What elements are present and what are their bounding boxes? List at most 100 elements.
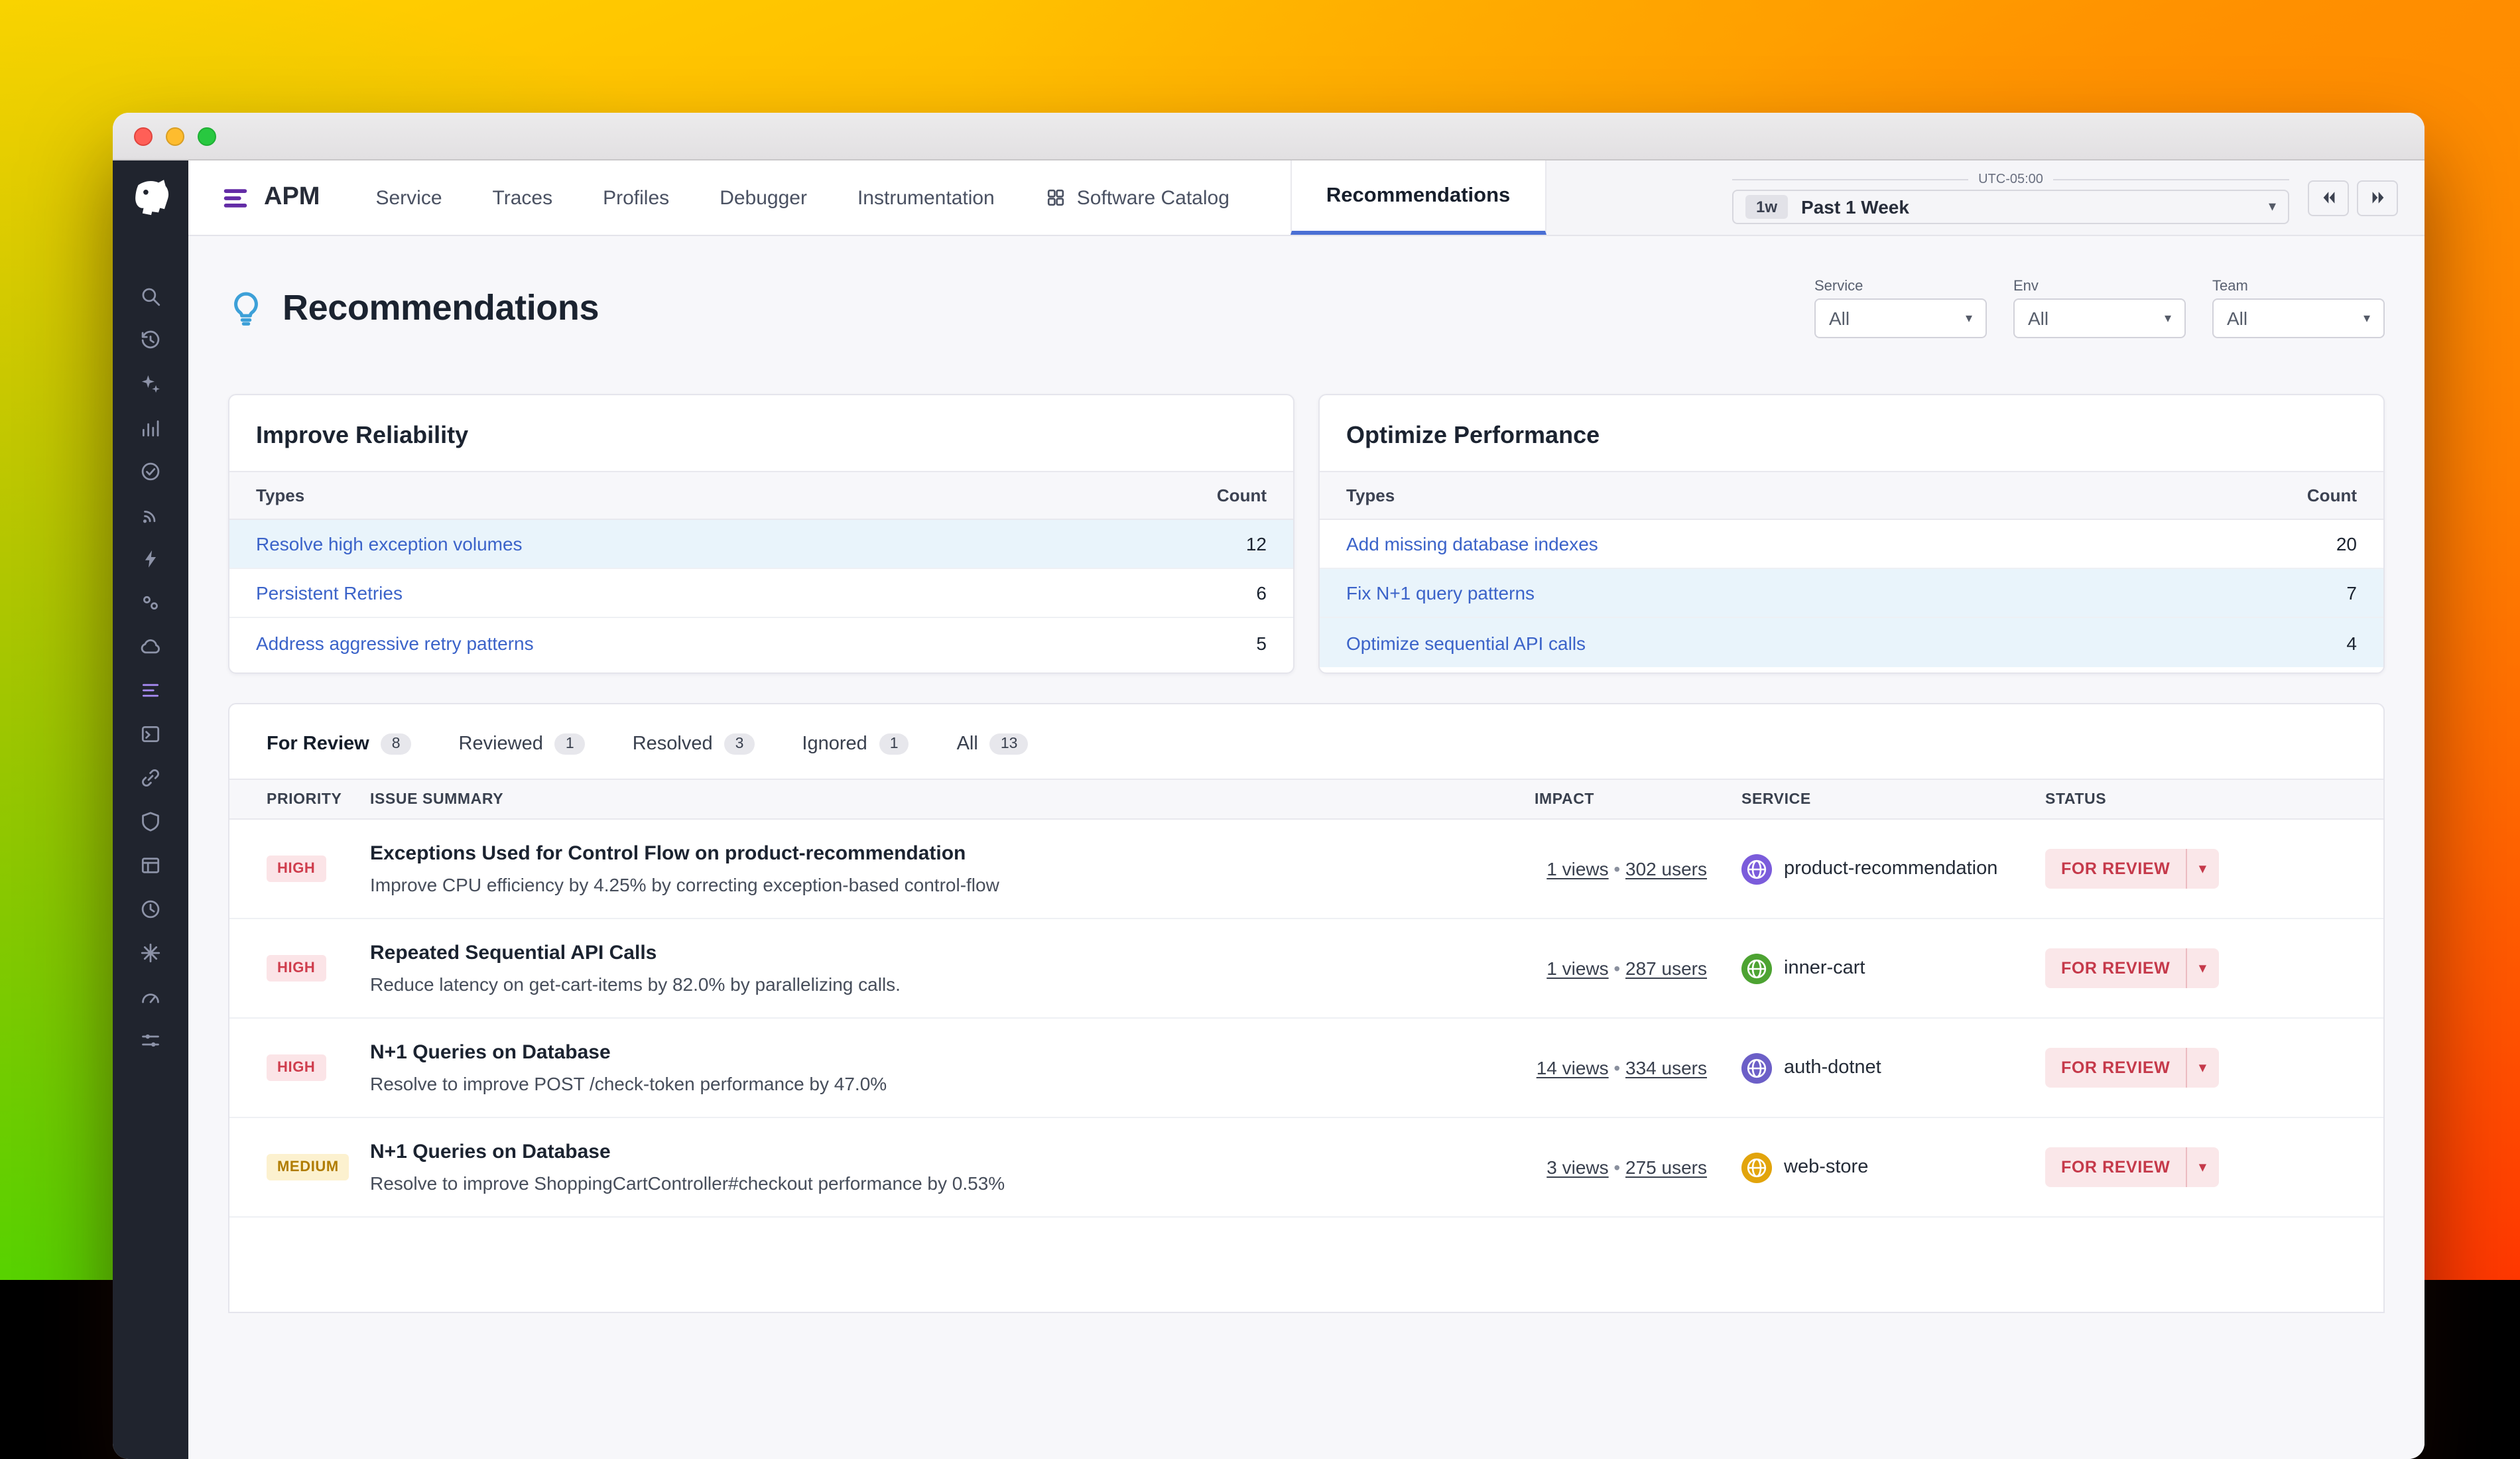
monitors-icon[interactable] xyxy=(127,450,174,493)
page-title: Recommendations xyxy=(283,288,599,329)
nav-item-debugger[interactable]: Debugger xyxy=(720,186,807,209)
recommendation-type-row[interactable]: Add missing database indexes 20 xyxy=(1320,520,2383,569)
recommendation-count: 20 xyxy=(2336,533,2357,554)
filter-select-team[interactable]: All▾ xyxy=(2212,298,2385,338)
zoom-window-button[interactable] xyxy=(198,127,216,145)
synthetics-clock-icon[interactable] xyxy=(127,887,174,931)
serverless-cloud-icon[interactable] xyxy=(127,625,174,668)
recommendation-type-link[interactable]: Address aggressive retry patterns xyxy=(256,632,534,653)
time-backward-button[interactable] xyxy=(2308,180,2349,216)
close-window-button[interactable] xyxy=(134,127,153,145)
security-shield-icon[interactable] xyxy=(127,800,174,844)
recommendation-type-row[interactable]: Resolve high exception volumes12 xyxy=(229,520,1293,569)
window-titlebar[interactable] xyxy=(113,113,2425,160)
status-dropdown[interactable]: FOR REVIEW▾ xyxy=(2045,849,2218,889)
nav-item-service[interactable]: Service xyxy=(375,186,442,209)
tab-label: For Review xyxy=(267,733,369,755)
views-link[interactable]: 14 views xyxy=(1537,1057,1609,1078)
tab-reviewed[interactable]: Reviewed1 xyxy=(459,733,585,755)
tab-label: All xyxy=(957,733,978,755)
issue-description: Reduce latency on get-cart-items by 82.0… xyxy=(370,974,1535,995)
nav-item-instrumentation[interactable]: Instrumentation xyxy=(857,186,995,209)
issue-description: Resolve to improve POST /check-token per… xyxy=(370,1073,1535,1094)
tab-ignored[interactable]: Ignored1 xyxy=(802,733,909,755)
service-globe-icon xyxy=(1741,1052,1772,1083)
processes-icon[interactable] xyxy=(127,581,174,625)
recommendation-row[interactable]: HIGHRepeated Sequential API CallsReduce … xyxy=(229,919,2383,1019)
status-label: FOR REVIEW xyxy=(2045,1147,2186,1187)
datadog-logo[interactable] xyxy=(128,176,173,222)
users-link[interactable]: 287 users xyxy=(1625,958,1707,979)
rum-signal-icon[interactable] xyxy=(127,493,174,537)
incidents-burst-icon[interactable] xyxy=(127,931,174,975)
page-content: Recommendations ServiceAll▾EnvAll▾TeamAl… xyxy=(188,236,2425,1459)
time-widget: UTC-05:00 1w Past 1 Week ▾ xyxy=(1732,172,2289,223)
filter-select-service[interactable]: All▾ xyxy=(1814,298,1987,338)
priority-badge: HIGH xyxy=(267,1054,326,1081)
apm-icon[interactable] xyxy=(127,668,174,712)
recommendation-row[interactable]: HIGHN+1 Queries on DatabaseResolve to im… xyxy=(229,1019,2383,1118)
recommendation-type-link[interactable]: Optimize sequential API calls xyxy=(1346,632,1586,653)
top-navigation: APM Service Traces Profiles Debugger Instrum… xyxy=(188,160,2425,236)
settings-sliders-icon[interactable] xyxy=(127,1019,174,1062)
status-dropdown[interactable]: FOR REVIEW▾ xyxy=(2045,1048,2218,1088)
priority-badge: MEDIUM xyxy=(267,1154,349,1180)
nav-item-label: Debugger xyxy=(720,186,807,209)
service-name-link[interactable]: product-recommendation xyxy=(1784,858,1997,879)
status-dropdown[interactable]: FOR REVIEW▾ xyxy=(2045,948,2218,988)
views-link[interactable]: 1 views xyxy=(1546,858,1608,879)
tab-label: Resolved xyxy=(633,733,713,755)
service-name-link[interactable]: auth-dotnet xyxy=(1784,1057,1881,1078)
time-forward-button[interactable] xyxy=(2357,180,2398,216)
users-link[interactable]: 334 users xyxy=(1625,1057,1707,1078)
tab-all[interactable]: All13 xyxy=(957,733,1029,755)
minimize-window-button[interactable] xyxy=(166,127,184,145)
time-range-picker[interactable]: 1w Past 1 Week ▾ xyxy=(1732,189,2289,223)
recommendation-type-row[interactable]: Persistent Retries 6 xyxy=(229,569,1293,618)
search-icon[interactable] xyxy=(127,275,174,318)
column-header-service: SERVICE xyxy=(1741,791,2045,807)
logs-table-icon[interactable] xyxy=(127,844,174,887)
bits-ai-sparkles-icon[interactable] xyxy=(127,362,174,406)
recommendation-type-row[interactable]: Optimize sequential API calls4 xyxy=(1320,618,2383,667)
status-label: FOR REVIEW xyxy=(2045,849,2186,889)
gauge-icon[interactable] xyxy=(127,975,174,1019)
nav-item-traces[interactable]: Traces xyxy=(493,186,553,209)
tab-for-review[interactable]: For Review 8 xyxy=(267,733,411,755)
ci-terminal-icon[interactable] xyxy=(127,712,174,756)
nav-item-profiles[interactable]: Profiles xyxy=(603,186,669,209)
service-map-link-icon[interactable] xyxy=(127,756,174,800)
metrics-icon[interactable] xyxy=(127,406,174,450)
tab-count-badge: 8 xyxy=(381,733,411,755)
recommendation-type-row[interactable]: Address aggressive retry patterns5 xyxy=(229,618,1293,667)
recommendation-type-row[interactable]: Fix N+1 query patterns 7 xyxy=(1320,569,2383,618)
service-cell: inner-cart xyxy=(1741,953,2045,983)
recommendation-type-link[interactable]: Persistent Retries xyxy=(256,582,403,603)
recommendation-type-link[interactable]: Fix N+1 query patterns xyxy=(1346,582,1535,603)
status-dropdown[interactable]: FOR REVIEW▾ xyxy=(2045,1147,2218,1187)
users-link[interactable]: 302 users xyxy=(1625,858,1707,879)
events-bolt-icon[interactable] xyxy=(127,537,174,581)
service-name-link[interactable]: web-store xyxy=(1784,1157,1868,1178)
recommendation-row[interactable]: MEDIUMN+1 Queries on DatabaseResolve to … xyxy=(229,1118,2383,1218)
views-link[interactable]: 1 views xyxy=(1546,958,1608,979)
filter-select-env[interactable]: All▾ xyxy=(2013,298,2186,338)
issue-title: Exceptions Used for Control Flow on prod… xyxy=(370,842,1535,865)
tab-label: Ignored xyxy=(802,733,867,755)
chevron-down-icon: ▾ xyxy=(2269,198,2276,215)
apm-brand[interactable]: APM xyxy=(220,182,320,213)
tab-resolved[interactable]: Resolved3 xyxy=(633,733,755,755)
history-icon[interactable] xyxy=(127,318,174,362)
recommendation-type-link[interactable]: Add missing database indexes xyxy=(1346,533,1598,554)
views-link[interactable]: 3 views xyxy=(1546,1157,1608,1178)
nav-item-software-catalog[interactable]: Software Catalog xyxy=(1045,186,1229,209)
desktop-background: APM Service Traces Profiles Debugger Instrum… xyxy=(0,0,2520,1280)
recommendation-count: 6 xyxy=(1256,582,1267,603)
recommendation-type-link[interactable]: Resolve high exception volumes xyxy=(256,533,523,554)
recommendation-row[interactable]: HIGHExceptions Used for Control Flow on … xyxy=(229,820,2383,919)
nav-item-recommendations[interactable]: Recommendations xyxy=(1291,160,1546,235)
service-name-link[interactable]: inner-cart xyxy=(1784,958,1865,979)
users-link[interactable]: 275 users xyxy=(1625,1157,1707,1178)
status-label: FOR REVIEW xyxy=(2045,1048,2186,1088)
recommendation-count: 7 xyxy=(2346,582,2357,603)
